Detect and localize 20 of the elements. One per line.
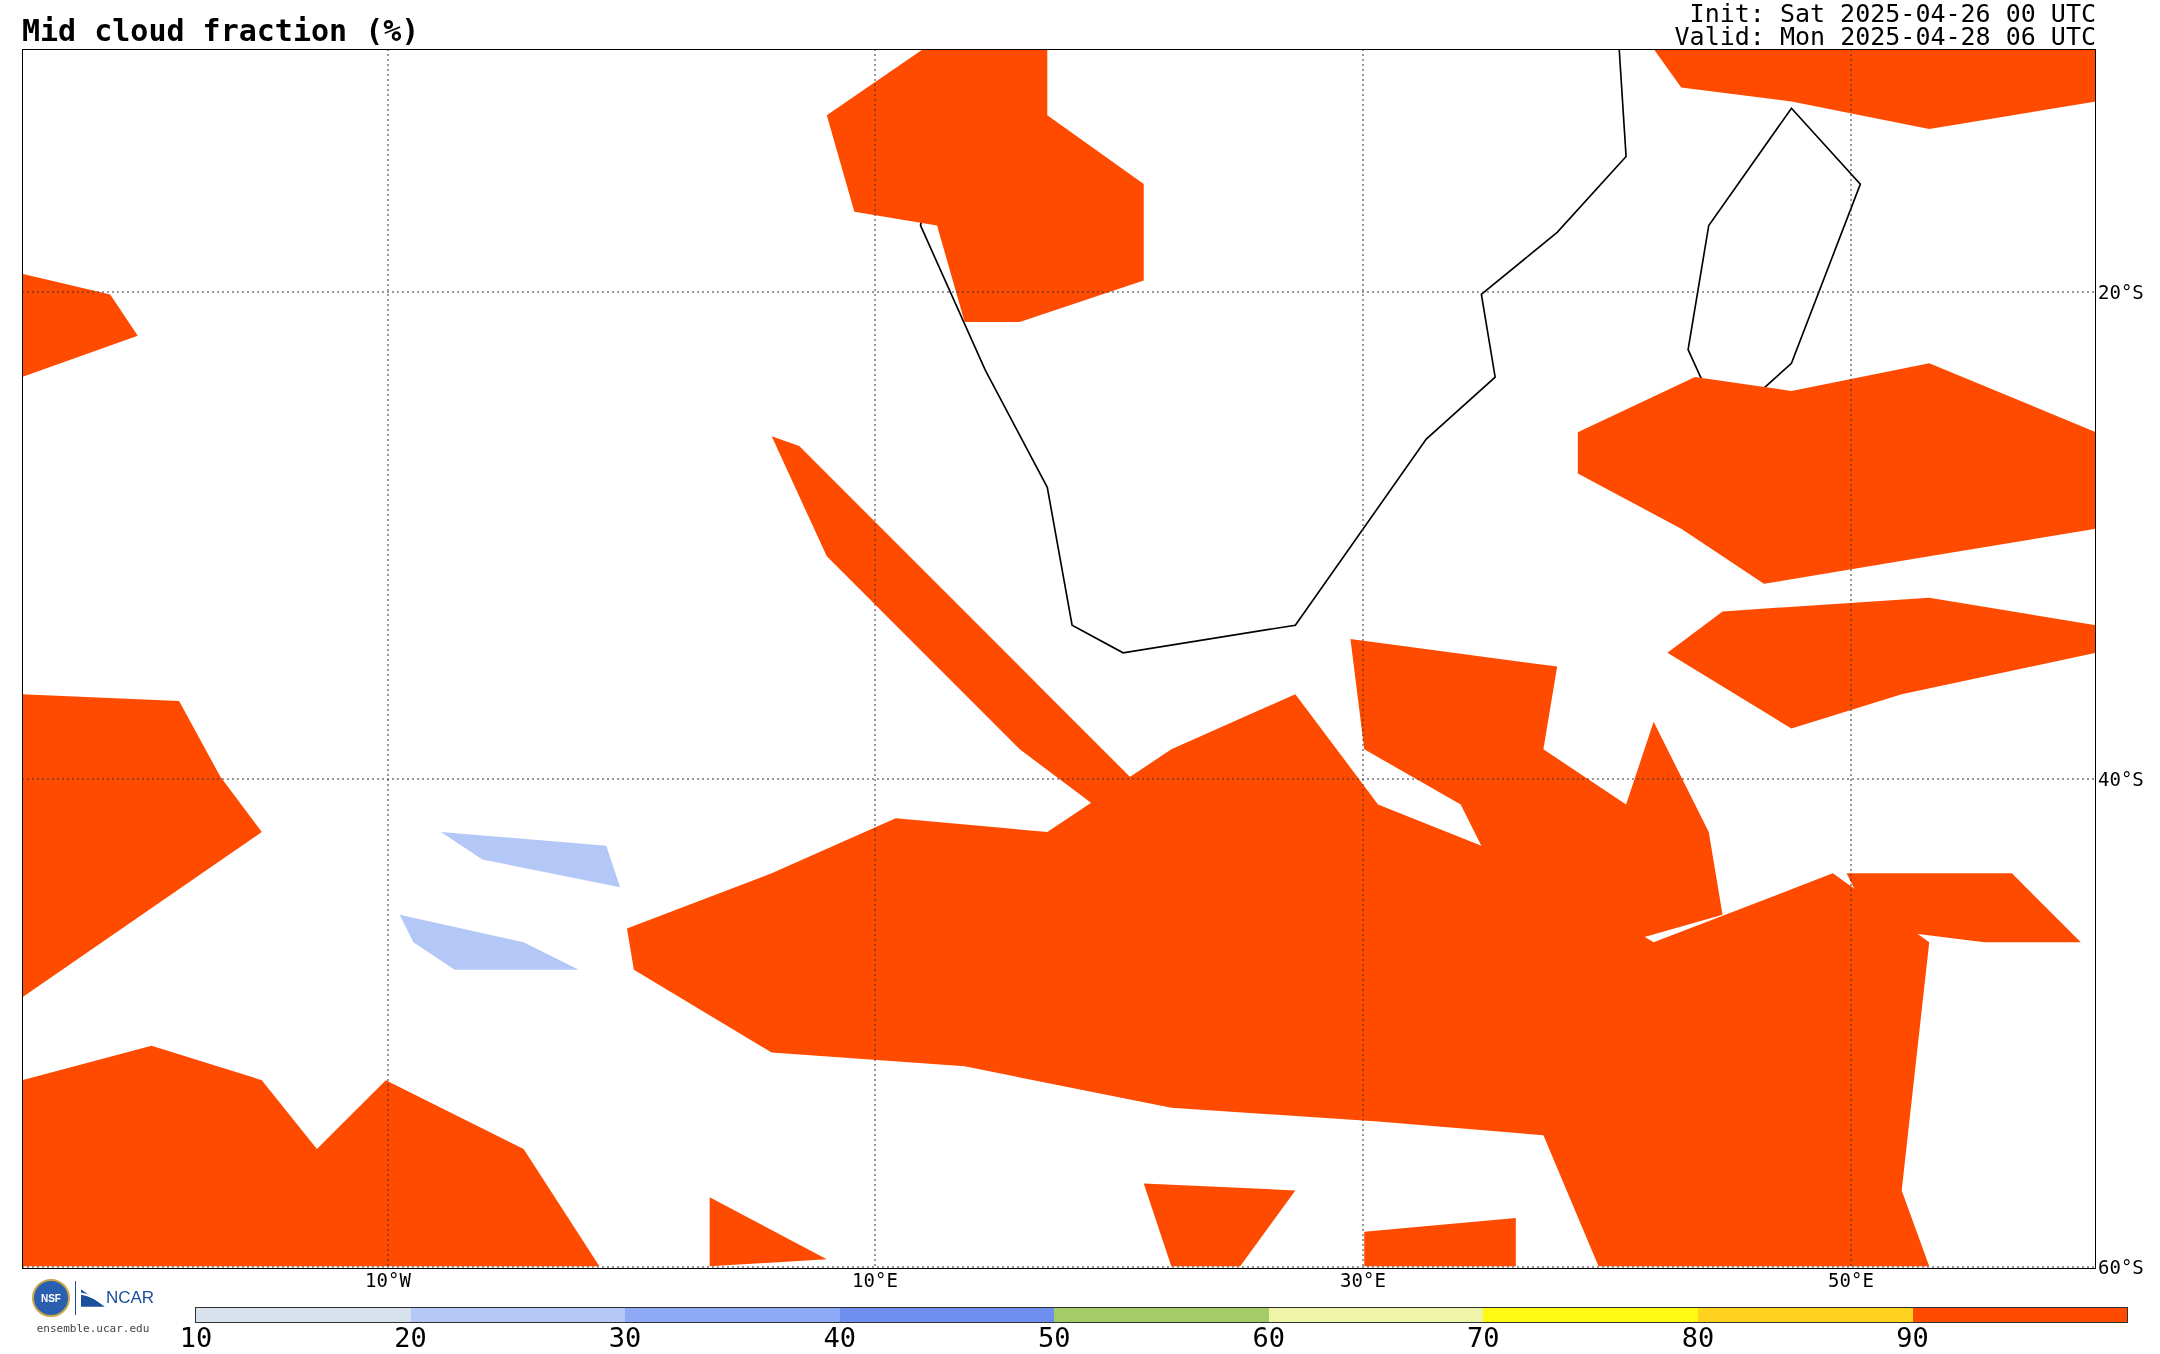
nsf-logo: NSF bbox=[31, 1279, 70, 1317]
colorbar-label: 20 bbox=[394, 1324, 427, 1351]
chart-title: Mid cloud fraction (%) bbox=[22, 16, 420, 49]
longitude-label: 30°E bbox=[1340, 1271, 1386, 1290]
longitude-label: 10°W bbox=[365, 1271, 411, 1290]
valid-time: Valid: Mon 2025-04-28 06 UTC bbox=[1674, 25, 2096, 49]
ncar-logo: NCAR bbox=[105, 1288, 155, 1308]
longitude-label: 50°E bbox=[1828, 1271, 1874, 1290]
colorbar-label: 10 bbox=[179, 1324, 213, 1351]
colorbar-label: 30 bbox=[608, 1324, 642, 1351]
colorbar-label: 70 bbox=[1467, 1324, 1500, 1351]
colorbar-label: 90 bbox=[1896, 1324, 1929, 1351]
longitude-label: 10°E bbox=[852, 1271, 898, 1290]
website-url: ensemble.ucar.edu bbox=[36, 1322, 150, 1335]
swoosh-icon bbox=[80, 1289, 105, 1307]
init-time: Init: Sat 2025-04-26 00 UTC bbox=[1689, 1, 2096, 26]
colorbar-label: 40 bbox=[823, 1324, 856, 1351]
colorbar-label: 60 bbox=[1252, 1324, 1286, 1351]
colorbar-label: 80 bbox=[1681, 1324, 1715, 1351]
colorbar-label: 50 bbox=[1038, 1324, 1071, 1351]
